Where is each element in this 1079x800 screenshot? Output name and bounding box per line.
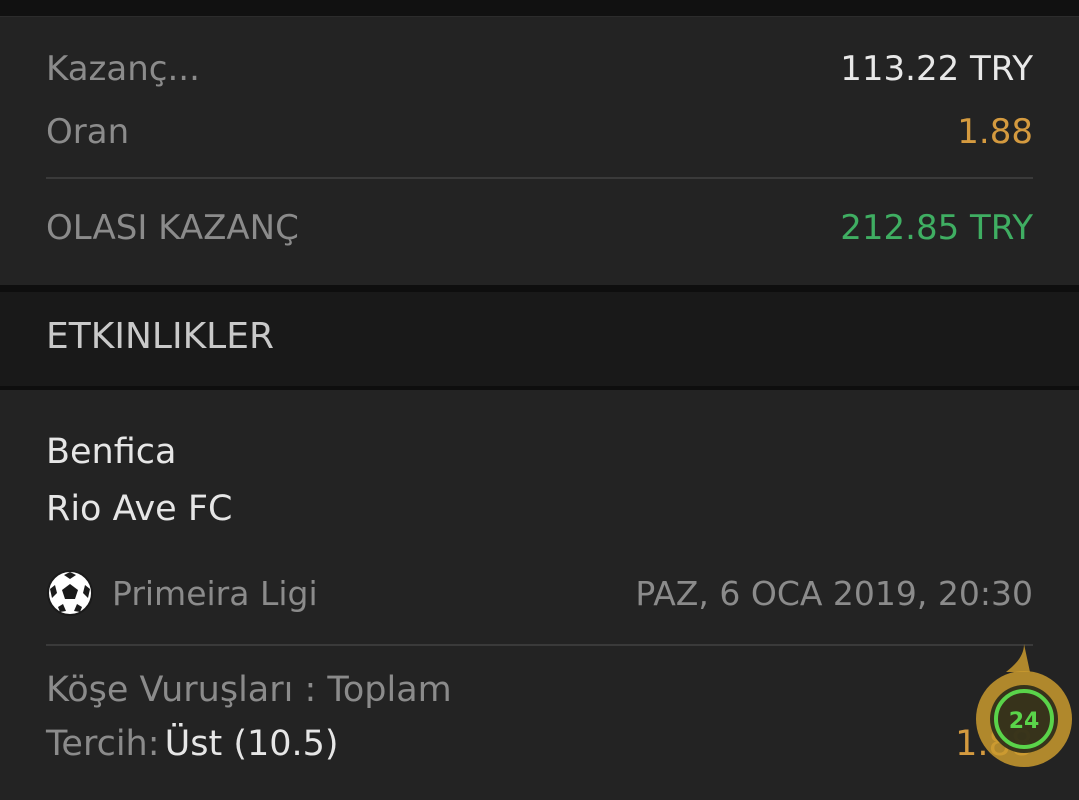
stake-label: Kazanç...	[46, 49, 200, 89]
top-strip	[0, 0, 1079, 17]
league-info: Primeira Ligi	[46, 569, 318, 617]
stake-value: 113.22 TRY	[840, 49, 1033, 89]
bet-summary: Kazanç... 113.22 TRY Oran 1.88 OLASI KAZ…	[0, 17, 1079, 285]
potential-win-label: OLASI KAZANÇ	[46, 208, 299, 248]
event-datetime: PAZ, 6 OCA 2019, 20:30	[635, 573, 1033, 613]
odds-value: 1.88	[957, 112, 1033, 152]
support-24-icon[interactable]: 24	[966, 642, 1079, 772]
soccer-ball-icon	[47, 570, 93, 616]
potential-win-row: OLASI KAZANÇ 212.85 TRY	[46, 208, 1033, 248]
league-name: Primeira Ligi	[112, 573, 318, 613]
support-badge-text: 24	[1009, 709, 1040, 734]
pick-label: Tercih:	[46, 724, 160, 764]
league-row: Primeira Ligi PAZ, 6 OCA 2019, 20:30	[46, 568, 1033, 618]
odds-row: Oran 1.88	[46, 112, 1033, 152]
events-section-header: ETKINLIKLER	[0, 292, 1079, 386]
market-name: Köşe Vuruşları : Toplam	[46, 670, 452, 710]
event-divider	[46, 644, 1033, 646]
away-team: Rio Ave FC	[46, 489, 233, 529]
event-card[interactable]: Benfica Rio Ave FC Primeira Ligi PAZ, 6 …	[0, 390, 1079, 800]
odds-label: Oran	[46, 112, 130, 152]
section-separator	[0, 285, 1079, 292]
potential-win-value: 212.85 TRY	[840, 208, 1033, 248]
summary-divider	[46, 177, 1033, 179]
events-title: ETKINLIKLER	[46, 316, 274, 357]
home-team: Benfica	[46, 432, 177, 472]
stake-row: Kazanç... 113.22 TRY	[46, 49, 1033, 89]
pick-value: Üst (10.5)	[164, 724, 339, 764]
pick-row: Tercih: Üst (10.5) 1.88	[46, 724, 1033, 764]
